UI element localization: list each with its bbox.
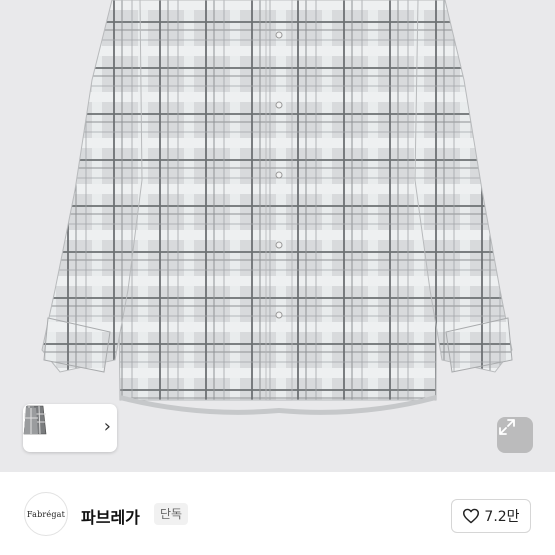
brand-bar: Fabrégat 파브레가 단독 7.2만 (0, 472, 555, 555)
heart-icon (463, 508, 480, 524)
expand-icon (499, 419, 515, 435)
shirt-back-thumb[interactable] (23, 404, 39, 438)
like-count: 7.2만 (484, 509, 520, 525)
brand-logo-text: Fabrégat (26, 509, 66, 519)
expand-image-button[interactable] (497, 417, 533, 453)
product-image[interactable]: › (0, 0, 555, 472)
thumbnail-strip[interactable]: › (23, 404, 117, 452)
like-button[interactable]: 7.2만 (451, 499, 531, 533)
exclusive-badge: 단독 (154, 503, 189, 525)
plaid-shirt-illustration (41, 0, 513, 415)
brand-logo[interactable]: Fabrégat (24, 492, 68, 536)
brand-name[interactable]: 파브레가 (81, 504, 140, 528)
chevron-right-icon[interactable]: › (104, 416, 111, 438)
